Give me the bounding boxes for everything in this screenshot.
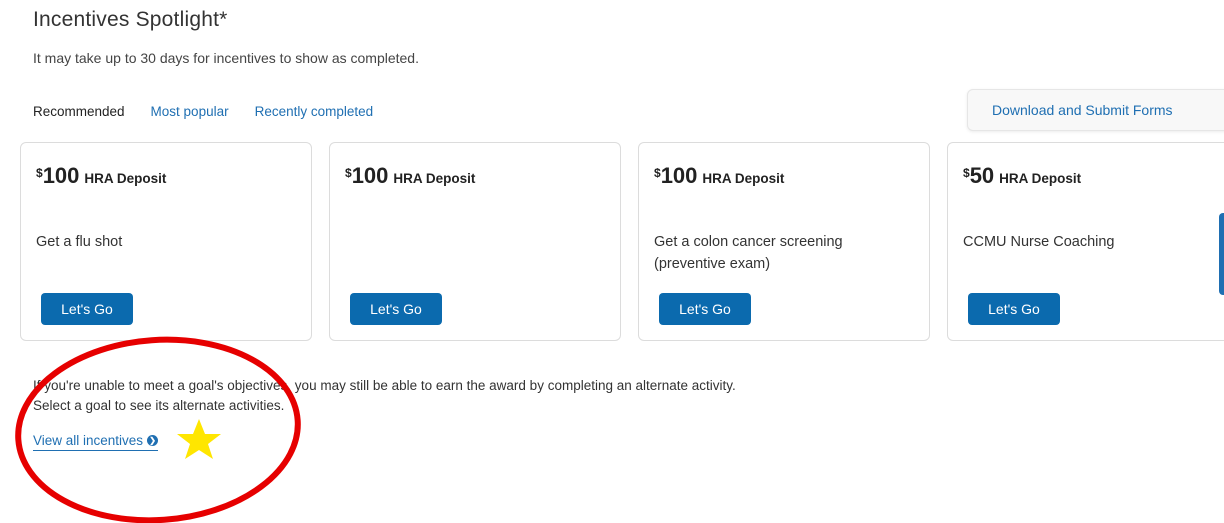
page-title: Incentives Spotlight* xyxy=(33,8,228,31)
reward-amount: $ 100 HRA Deposit xyxy=(654,163,785,188)
lets-go-button[interactable]: Let's Go xyxy=(968,293,1060,325)
incentive-description: CCMU Nurse Coaching xyxy=(963,234,1115,250)
reward-amount: $ 100 HRA Deposit xyxy=(36,163,167,188)
page-subtitle: It may take up to 30 days for incentives… xyxy=(33,50,419,66)
view-all-incentives-link[interactable]: View all incentives ❯ xyxy=(33,433,159,451)
incentive-tabs: Recommended Most popular Recently comple… xyxy=(33,104,373,119)
lets-go-button[interactable]: Let's Go xyxy=(659,293,751,325)
chevron-right-icon: ❯ xyxy=(147,435,159,446)
incentive-card-colon-screening: $ 100 HRA Deposit Get a colon cancer scr… xyxy=(638,142,930,341)
star-icon xyxy=(177,419,221,459)
lets-go-button[interactable]: Let's Go xyxy=(350,293,442,325)
incentive-card-flu-shot: $ 100 HRA Deposit Get a flu shot Let's G… xyxy=(20,142,312,341)
red-circle-annotation xyxy=(15,336,301,523)
download-forms-button[interactable]: Download and Submit Forms xyxy=(967,89,1224,131)
incentive-card-nurse-coaching: $ 50 HRA Deposit CCMU Nurse Coaching Let… xyxy=(947,142,1224,341)
alternate-activity-note: If you're unable to meet a goal's object… xyxy=(33,378,736,413)
incentive-description: Get a flu shot xyxy=(36,234,123,250)
reward-amount: $ 50 HRA Deposit xyxy=(963,163,1082,188)
reward-amount: $ 100 HRA Deposit xyxy=(345,163,476,188)
side-feedback-tab[interactable] xyxy=(1219,213,1224,295)
lets-go-button[interactable]: Let's Go xyxy=(41,293,133,325)
tab-recently-completed[interactable]: Recently completed xyxy=(255,104,374,119)
incentive-description: Get a colon cancer screening (preventive… xyxy=(654,234,843,272)
tab-most-popular[interactable]: Most popular xyxy=(151,104,229,119)
tab-recommended[interactable]: Recommended xyxy=(33,104,125,119)
incentive-card-2: $ 100 HRA Deposit Let's Go xyxy=(329,142,621,341)
